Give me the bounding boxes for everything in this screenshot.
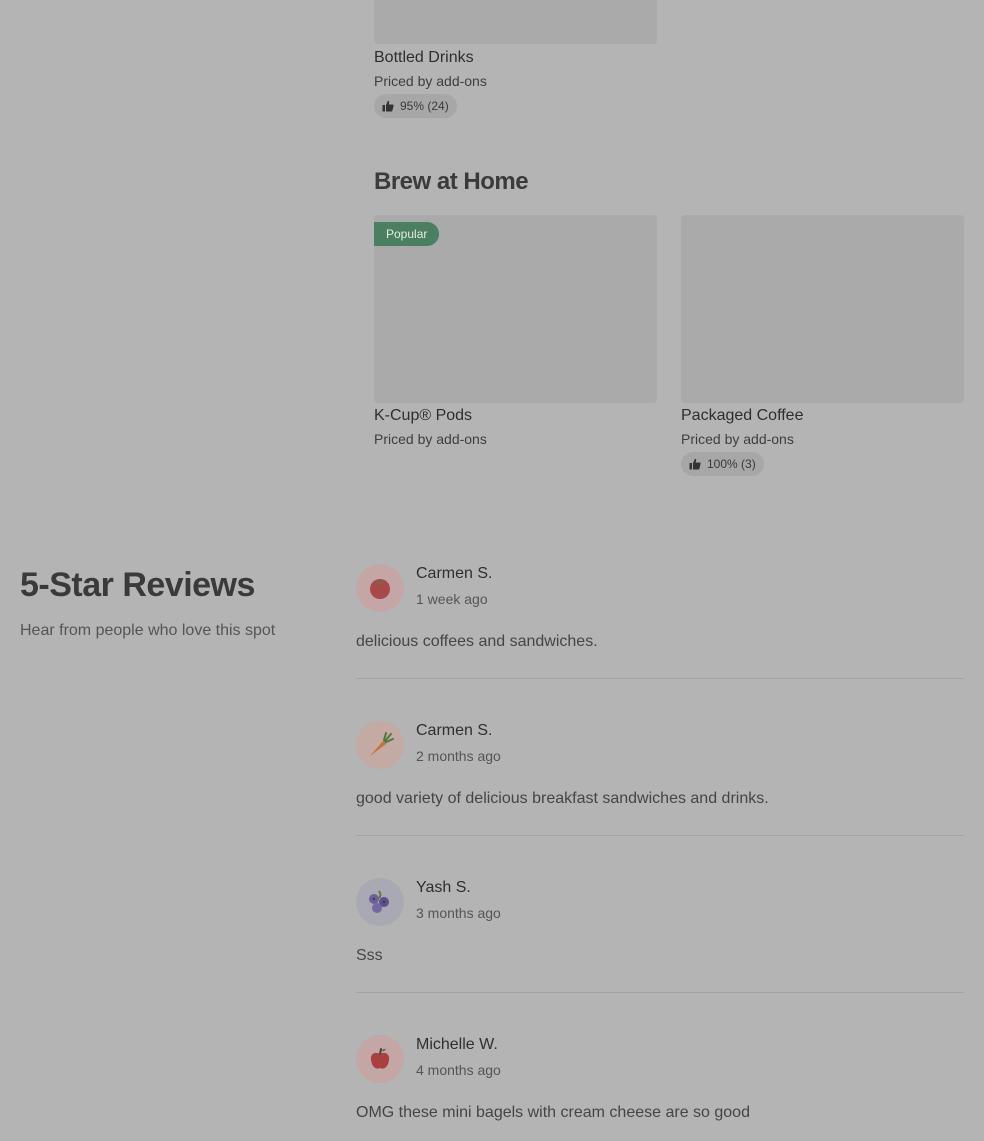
reviewer-avatar [356,721,404,769]
thumbs-up-icon [689,458,701,470]
review-text: delicious coffees and sandwiches. [356,633,598,650]
bottled-drinks-price: Priced by add-ons [374,73,487,89]
review-divider [356,835,964,836]
bottled-drinks-image[interactable] [374,0,657,44]
packaged-coffee-rating: 100% (3) [681,452,764,476]
reviewer-name: Carmen S. [416,565,493,582]
review-date: 2 months ago [416,748,501,764]
apple-icon [370,1048,390,1069]
tomato-icon [370,579,390,599]
thumbs-up-icon [382,100,394,112]
reviewer-name: Carmen S. [416,722,493,739]
k-cup-pods-name[interactable]: K-Cup® Pods [374,407,472,425]
packaged-coffee-name[interactable]: Packaged Coffee [681,407,803,425]
review-date: 1 week ago [416,591,488,607]
reviewer-name: Yash S. [416,879,471,896]
blueberry-icon [369,890,389,913]
reviews-subtitle: Hear from people who love this spot [20,622,276,639]
review-text: Sss [356,947,383,964]
bottled-drinks-name[interactable]: Bottled Drinks [374,49,474,67]
rating-text: 100% (3) [707,457,756,471]
popular-badge: Popular [374,222,440,246]
packaged-coffee-price: Priced by add-ons [681,431,794,447]
rating-text: 95% (24) [400,99,449,113]
carrot-icon [370,732,394,756]
review-divider [356,678,964,679]
review-date: 3 months ago [416,905,501,921]
packaged-coffee-image[interactable] [681,215,964,403]
bottled-drinks-rating: 95% (24) [374,94,457,118]
reviewer-avatar [356,564,404,612]
review-date: 4 months ago [416,1062,501,1078]
review-divider [356,992,964,993]
k-cup-pods-price: Priced by add-ons [374,431,487,447]
review-text: OMG these mini bagels with cream cheese … [356,1104,750,1121]
reviewer-avatar [356,1035,404,1083]
reviewer-avatar [356,878,404,926]
brew-at-home-heading: Brew at Home [374,168,529,195]
reviews-heading: 5-Star Reviews [20,566,255,604]
review-text: good variety of delicious breakfast sand… [356,790,769,807]
reviewer-name: Michelle W. [416,1036,498,1053]
